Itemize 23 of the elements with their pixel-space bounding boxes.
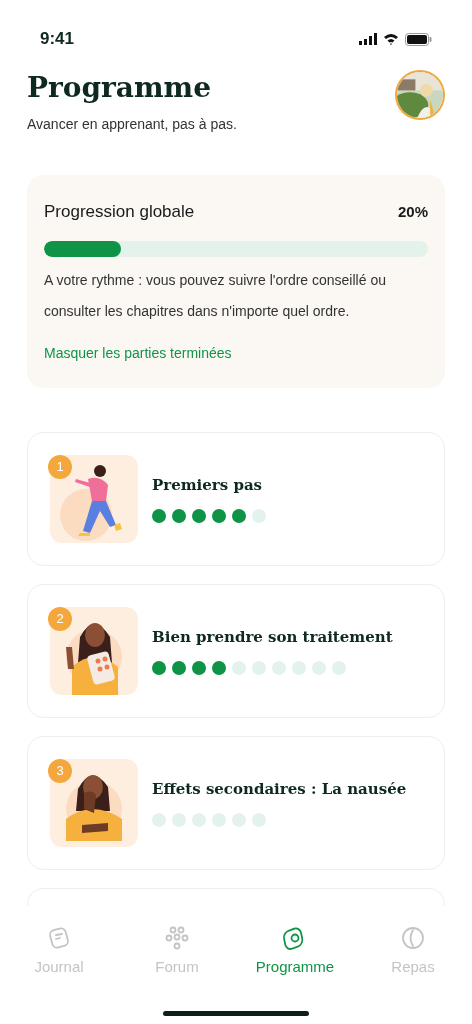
chapter-title: Bien prendre son traitement	[152, 627, 393, 649]
chapter-number: 3	[48, 758, 72, 783]
plate-icon	[399, 924, 427, 952]
progress-title: Progression globale	[44, 201, 195, 223]
page-subtitle: Avancer en apprenant, pas à pas.	[27, 115, 237, 134]
chapter-number: 2	[48, 606, 72, 631]
wifi-icon	[383, 33, 399, 45]
chapter-card[interactable]: 3 Effets secondaires : La nausée	[27, 735, 445, 870]
tab-item[interactable]: Programme	[245, 924, 345, 979]
chapter-title: Effets secondaires : La nausée	[152, 779, 407, 801]
signal-icon	[359, 33, 377, 45]
chapter-card[interactable]: 2 Bien prendre son traitement	[27, 583, 445, 718]
group-icon	[163, 924, 191, 952]
chapter-title: Premiers pas	[152, 475, 264, 497]
page-title: Programme	[27, 70, 213, 106]
avatar[interactable]	[395, 70, 445, 120]
progress-percent: 20%	[397, 201, 428, 222]
chapter-card[interactable]: 1 Premiers pas	[27, 431, 445, 566]
hide-completed-link[interactable]: Masquer les parties terminées	[44, 342, 428, 364]
status-time: 9:41	[40, 28, 75, 51]
progress-description: A votre rythme : vous pouvez suivre l'ordre conseillé ou consulter les chapitres dans n'importe quel ordre.	[44, 270, 387, 321]
chapter-number: 1	[48, 454, 72, 479]
battery-icon	[405, 32, 432, 46]
